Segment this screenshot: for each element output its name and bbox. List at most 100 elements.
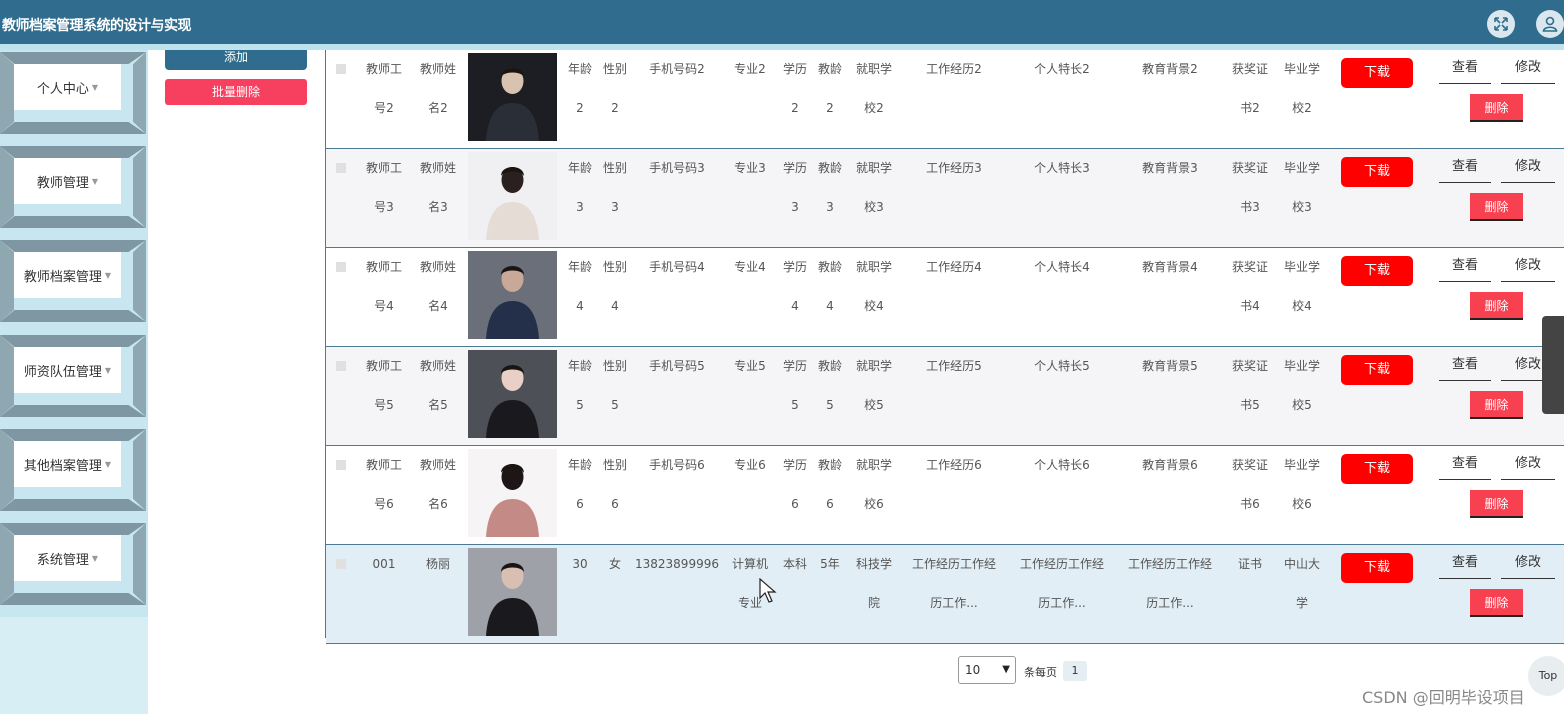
page-size-select[interactable]: 10 ▼ bbox=[958, 656, 1016, 684]
edit-button[interactable]: 修改 bbox=[1501, 56, 1555, 84]
page-number-button[interactable]: 1 bbox=[1063, 661, 1087, 681]
bevel bbox=[133, 146, 146, 228]
view-button[interactable]: 查看 bbox=[1439, 353, 1491, 381]
menu-face[interactable]: 教师档案管理 ▼ bbox=[14, 252, 121, 298]
cell-name: 教师姓 bbox=[419, 359, 456, 373]
download-button[interactable]: 下载 bbox=[1341, 355, 1413, 385]
table-row[interactable]: 教师工 号6 教师姓 名6 年龄 6 性别 6 手机号码6 专业6 学历 6 教龄 6 就职学 校6 工作经历6… bbox=[326, 446, 1564, 545]
view-button[interactable]: 查看 bbox=[1439, 452, 1491, 480]
cell-years: 教龄 bbox=[817, 260, 842, 274]
cell-cert: 获奖证 bbox=[1231, 458, 1268, 472]
cell-age: 年龄 bbox=[567, 161, 592, 175]
cell-id: 教师工 bbox=[365, 359, 402, 373]
delete-button[interactable]: 删除 bbox=[1470, 94, 1523, 122]
cell-gender-cont: 6 bbox=[611, 497, 619, 511]
sidebar-item-teacher-management[interactable]: 教师管理 ▼ bbox=[0, 146, 146, 228]
sidebar-item-label: 教师档案管理 bbox=[23, 269, 102, 285]
table-row[interactable]: 教师工 号4 教师姓 名4 年龄 4 性别 4 手机号码4 专业4 学历 4 教龄 4 就职学 校4 工作经历4… bbox=[326, 248, 1564, 347]
delete-button[interactable]: 删除 bbox=[1470, 292, 1523, 320]
edit-button[interactable]: 修改 bbox=[1501, 551, 1555, 579]
download-button[interactable]: 下载 bbox=[1341, 58, 1413, 88]
edit-button[interactable]: 修改 bbox=[1501, 254, 1555, 282]
bevel bbox=[0, 146, 14, 228]
cell-age-cont: 4 bbox=[576, 299, 584, 313]
caret-down-icon: ▼ bbox=[104, 270, 112, 280]
delete-button[interactable]: 删除 bbox=[1470, 391, 1523, 419]
cell-id-cont: 号5 bbox=[374, 398, 394, 412]
view-button[interactable]: 查看 bbox=[1439, 551, 1491, 579]
table-row[interactable]: 教师工 号5 教师姓 名5 年龄 5 性别 5 手机号码5 专业5 学历 5 教龄 5 就职学 校5 工作经历5… bbox=[326, 347, 1564, 446]
edit-button[interactable]: 修改 bbox=[1501, 452, 1555, 480]
cell-major: 专业5 bbox=[734, 359, 766, 373]
per-page-label: 条每页 bbox=[1024, 666, 1057, 679]
cell-gender: 女 bbox=[608, 557, 621, 571]
cell-name-cont: 名3 bbox=[428, 200, 448, 214]
sidebar-item-other-archive[interactable]: 其他档案管理 ▼ bbox=[0, 429, 146, 511]
teacher-photo bbox=[468, 251, 557, 339]
sidebar-item-system-management[interactable]: 系统管理 ▼ bbox=[0, 523, 146, 605]
row-checkbox[interactable] bbox=[336, 64, 346, 74]
cell-bg: 教育背景2 bbox=[1142, 62, 1198, 76]
menu-face[interactable]: 系统管理 ▼ bbox=[14, 535, 121, 581]
cell-age: 年龄 bbox=[567, 62, 592, 76]
cell-bg-cont: 历工作... bbox=[1146, 596, 1194, 610]
table-row[interactable]: 001 杨丽 30 女 13823899996 计算机 专业 本科 5年 科技学院工作经历工作经历… bbox=[326, 545, 1564, 644]
delete-button[interactable]: 删除 bbox=[1470, 589, 1523, 617]
sidebar-item-personal-center[interactable]: 个人中心 ▼ bbox=[0, 52, 146, 134]
row-checkbox[interactable] bbox=[336, 460, 346, 470]
fullscreen-button[interactable] bbox=[1487, 10, 1515, 38]
bevel bbox=[0, 52, 14, 134]
download-button[interactable]: 下载 bbox=[1341, 256, 1413, 286]
cell-name: 教师姓 bbox=[419, 458, 456, 472]
download-button[interactable]: 下载 bbox=[1341, 553, 1413, 583]
row-checkbox[interactable] bbox=[336, 262, 346, 272]
view-button[interactable]: 查看 bbox=[1439, 254, 1491, 282]
table-row[interactable]: 教师工 号2 教师姓 名2 年龄 2 性别 2 手机号码2 专业2 学历 2 教龄 2 就职学 校2 工作经历2… bbox=[326, 50, 1564, 149]
add-button[interactable]: 添加 bbox=[165, 50, 307, 70]
sidebar-item-label: 师资队伍管理 bbox=[23, 364, 102, 380]
row-checkbox[interactable] bbox=[336, 163, 346, 173]
cell-grad-cont: 校5 bbox=[1292, 398, 1312, 412]
cell-grad: 中山大 bbox=[1283, 557, 1320, 571]
download-button[interactable]: 下载 bbox=[1341, 454, 1413, 484]
cell-bg: 工作经历工作经 bbox=[1127, 557, 1212, 571]
back-to-top-button[interactable]: Top bbox=[1528, 656, 1564, 696]
cell-school-cont: 校2 bbox=[864, 101, 884, 115]
view-button[interactable]: 查看 bbox=[1439, 56, 1491, 84]
cell-years-cont: 5 bbox=[826, 398, 834, 412]
table-row[interactable]: 教师工 号3 教师姓 名3 年龄 3 性别 3 手机号码3 专业3 学历 3 教龄 3 就职学 校3 工作经历3… bbox=[326, 149, 1564, 248]
row-checkbox[interactable] bbox=[336, 361, 346, 371]
delete-button[interactable]: 删除 bbox=[1470, 193, 1523, 221]
menu-face[interactable]: 教师管理 ▼ bbox=[14, 158, 121, 204]
cell-school: 科技学 bbox=[855, 557, 892, 571]
cell-work-cont: 历工作... bbox=[930, 596, 978, 610]
batch-delete-button[interactable]: 批量删除 bbox=[165, 79, 307, 105]
edit-button[interactable]: 修改 bbox=[1501, 155, 1555, 183]
cell-school-cont: 校3 bbox=[864, 200, 884, 214]
cell-name: 杨丽 bbox=[425, 557, 450, 571]
sidebar-item-faculty-team[interactable]: 师资队伍管理 ▼ bbox=[0, 335, 146, 417]
menu-face[interactable]: 其他档案管理 ▼ bbox=[14, 441, 121, 487]
cell-work: 工作经历5 bbox=[926, 359, 982, 373]
cell-gender: 性别 bbox=[602, 62, 627, 76]
cell-edu-cont: 3 bbox=[791, 200, 799, 214]
delete-button[interactable]: 删除 bbox=[1470, 490, 1523, 518]
view-button[interactable]: 查看 bbox=[1439, 155, 1491, 183]
bevel bbox=[0, 429, 146, 441]
side-drawer-handle[interactable] bbox=[1542, 316, 1564, 414]
user-button[interactable] bbox=[1536, 10, 1564, 38]
cell-grad: 毕业学 bbox=[1283, 359, 1320, 373]
cell-gender-cont: 4 bbox=[611, 299, 619, 313]
cell-school-cont: 校4 bbox=[864, 299, 884, 313]
sidebar-item-teacher-archive[interactable]: 教师档案管理 ▼ bbox=[0, 240, 146, 322]
bevel bbox=[0, 240, 146, 252]
caret-down-icon: ▼ bbox=[91, 82, 99, 92]
row-checkbox[interactable] bbox=[336, 559, 346, 569]
download-button[interactable]: 下载 bbox=[1341, 157, 1413, 187]
sidebar-item-label: 其他档案管理 bbox=[23, 458, 102, 474]
cell-school: 就职学 bbox=[855, 62, 892, 76]
menu-face[interactable]: 师资队伍管理 ▼ bbox=[14, 347, 121, 393]
cell-years-cont: 6 bbox=[826, 497, 834, 511]
menu-face[interactable]: 个人中心 ▼ bbox=[14, 64, 121, 110]
cell-gender: 性别 bbox=[602, 359, 627, 373]
